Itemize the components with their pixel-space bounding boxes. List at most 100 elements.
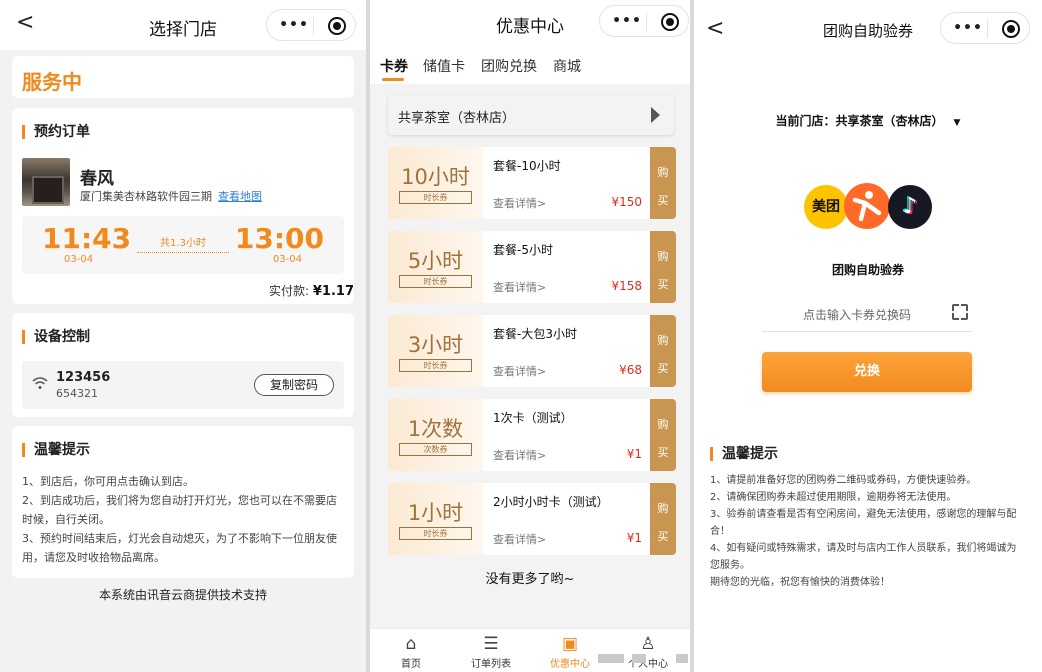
tips-list: 1、到店后，你可用点击确认到店。 2、到店成功后，我们将为您自动打开灯光，您也可…: [22, 472, 344, 567]
start-date: 03-04: [64, 254, 94, 265]
buy-button[interactable]: 购买: [650, 483, 676, 555]
redaction-block: [632, 654, 646, 663]
more-icon[interactable]: •••: [951, 20, 985, 36]
coupon-left: 5小时 时长券: [388, 231, 483, 303]
coupon-name: 1次卡（测试）: [493, 411, 573, 425]
buy-button[interactable]: 购买: [650, 315, 676, 387]
coupon-left: 1小时 时长券: [388, 483, 483, 555]
tip-line: 2、到店成功后，我们将为您自动打开灯光，您也可以在不需要店时候，自行关闭。: [22, 494, 337, 526]
redeem-button[interactable]: 兑换: [762, 352, 972, 392]
tips-section-title: 温馨提示: [22, 443, 90, 457]
coupon-card: 1次数 次数券 1次卡（测试） 查看详情> ¥1 购买: [388, 399, 676, 471]
tabbar-profile[interactable]: ♙ 个人中心: [618, 633, 678, 670]
buy-char: 购: [657, 334, 669, 347]
paid-amount-row: 实付款: ¥1.17: [269, 282, 354, 299]
coupon-left: 10小时 时长券: [388, 147, 483, 219]
view-map-link[interactable]: 查看地图: [218, 190, 262, 203]
tips-list: 1、请提前准备好您的团购券二维码或券码，方便快速验券。 2、请确保团购券未超过使…: [710, 472, 1026, 591]
service-status-card: 服务中: [12, 56, 354, 98]
close-miniprogram-icon[interactable]: [661, 13, 679, 31]
coupon-name: 套餐-10小时: [493, 159, 561, 173]
service-status: 服务中: [22, 70, 82, 94]
wifi-name: 123456: [56, 370, 111, 385]
capsule-divider: [313, 17, 314, 35]
tabbar-label: 订单列表: [471, 659, 511, 670]
coupon-card: 3小时 时长券 套餐-大包3小时 查看详情> ¥68 购买: [388, 315, 676, 387]
coupon-detail-link[interactable]: 查看详情>: [493, 531, 546, 547]
group-redeem-label: 团购自助验券: [831, 263, 904, 277]
tab-coupons[interactable]: 卡券: [380, 56, 408, 76]
copy-password-button[interactable]: 复制密码: [254, 374, 334, 396]
scan-icon[interactable]: [950, 302, 970, 322]
voucher-code-input[interactable]: [762, 298, 972, 332]
tabbar-label: 优惠中心: [550, 659, 590, 670]
store-selector-label: 共享茶室（杏林店）: [398, 111, 516, 126]
coupon-price: ¥1: [626, 531, 642, 545]
buy-button[interactable]: 购买: [650, 231, 676, 303]
mini-program-capsule: •••: [940, 12, 1030, 44]
tab-group-redeem[interactable]: 团购兑换: [481, 56, 537, 76]
coupon-value: 10小时: [401, 165, 470, 189]
wifi-row: 123456 654321 复制密码: [22, 361, 344, 409]
no-more-text: 没有更多了哟~: [485, 572, 575, 587]
tab-mall[interactable]: 商城: [553, 56, 581, 76]
tech-support-footer: 本系统由讯音云商提供技术支持: [98, 588, 267, 602]
tip-line: 3、预约时间结束后，灯光会自动熄灭，为了不影响下一位朋友使用，请您及时收拾物品离…: [22, 532, 337, 564]
mini-program-capsule: •••: [599, 5, 689, 37]
coupon-value: 5小时: [407, 249, 464, 273]
coupon-price: ¥68: [619, 363, 642, 377]
wifi-password: 654321: [56, 387, 98, 400]
discount-center-screen: 优惠中心 ••• 卡券 储值卡 团购兑换 商城 共享茶室（杏林店） 10小时 时…: [370, 0, 690, 672]
coupon-detail-link[interactable]: 查看详情>: [493, 195, 546, 211]
coupon-value: 1次数: [407, 417, 464, 441]
coupon-type: 时长券: [399, 191, 472, 204]
coupon-price: ¥150: [611, 195, 642, 209]
order-card: 预约订单 春风 厦门集美杏林路软件园三期 查看地图 11:43 03-04 共1.…: [12, 108, 354, 304]
coupon-price: ¥158: [611, 279, 642, 293]
buy-char: 买: [657, 278, 669, 291]
close-miniprogram-icon[interactable]: [1002, 20, 1020, 38]
tabbar-discount[interactable]: ▣ 优惠中心: [540, 633, 600, 670]
buy-button[interactable]: 购买: [650, 147, 676, 219]
current-store-selector[interactable]: 当前门店：共享茶室（杏林店） ▼: [694, 112, 1042, 129]
buy-char: 买: [657, 362, 669, 375]
more-icon[interactable]: •••: [277, 17, 311, 33]
tabbar-label: 个人中心: [628, 659, 668, 670]
coupon-type: 时长券: [399, 275, 472, 288]
tip-line: 期待您的光临，祝您有愉快的消费体验！: [710, 577, 890, 588]
tips-section-title: 温馨提示: [710, 447, 778, 461]
tabbar-home[interactable]: ⌂ 首页: [381, 633, 441, 670]
store-address: 厦门集美杏林路软件园三期 查看地图: [80, 188, 262, 204]
ticket-icon: ▣: [561, 634, 579, 654]
buy-char: 购: [657, 250, 669, 263]
redaction-block: [676, 654, 688, 663]
buy-char: 购: [657, 166, 669, 179]
tabbar-orders[interactable]: ☰ 订单列表: [461, 633, 521, 670]
close-miniprogram-icon[interactable]: [328, 17, 346, 35]
coupon-type: 次数券: [399, 443, 472, 456]
coupon-detail-link[interactable]: 查看详情>: [493, 279, 546, 295]
more-icon[interactable]: •••: [610, 13, 644, 29]
caret-down-icon: ▼: [953, 118, 961, 128]
coupon-detail-link[interactable]: 查看详情>: [493, 447, 546, 463]
buy-char: 购: [657, 502, 669, 515]
store-name: 春风: [80, 169, 114, 189]
tips-card: 温馨提示 1、到店后，你可用点击确认到店。 2、到店成功后，我们将为您自动打开灯…: [12, 426, 354, 578]
coupon-value: 3小时: [407, 333, 464, 357]
buy-button[interactable]: 购买: [650, 399, 676, 471]
paid-amount: ¥1.17: [312, 284, 354, 299]
tab-stored-value[interactable]: 储值卡: [423, 56, 465, 76]
current-store-label: 当前门店：共享茶室（杏林店）: [775, 114, 944, 128]
meituan-logo: 美团: [804, 185, 848, 229]
coupon-left: 1次数 次数券: [388, 399, 483, 471]
buy-char: 买: [657, 446, 669, 459]
device-control-card: 设备控制 123456 654321 复制密码: [12, 313, 354, 417]
redaction-block: [598, 654, 624, 663]
store-selector[interactable]: 共享茶室（杏林店）: [388, 95, 674, 135]
mini-program-capsule: •••: [266, 9, 356, 41]
coupon-card: 10小时 时长券 套餐-10小时 查看详情> ¥150 购买: [388, 147, 676, 219]
end-date: 03-04: [272, 254, 302, 265]
device-section-title: 设备控制: [22, 330, 90, 344]
tip-line: 1、到店后，你可用点击确认到店。: [22, 475, 194, 488]
coupon-detail-link[interactable]: 查看详情>: [493, 363, 546, 379]
